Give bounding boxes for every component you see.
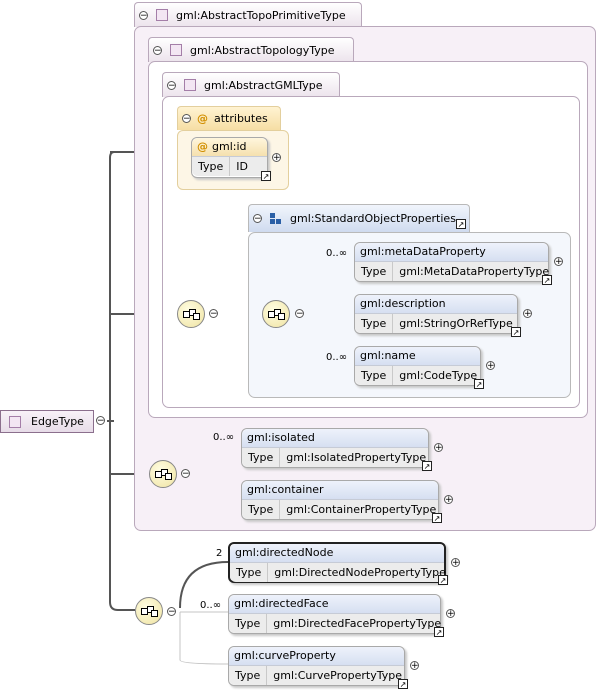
navigate-icon[interactable]: ↗	[474, 379, 484, 389]
element-curveproperty[interactable]: gml:curveProperty Type gml:CurvePropertyT…	[228, 646, 419, 689]
expand-icon[interactable]: +	[523, 309, 532, 319]
type-key: Type	[355, 314, 394, 333]
collapse-icon[interactable]: −	[167, 607, 176, 617]
collapse-icon[interactable]: −	[253, 214, 262, 224]
navigate-icon[interactable]: ↗	[432, 513, 442, 523]
collapse-icon[interactable]: −	[295, 309, 304, 319]
group-header[interactable]: − gml:StandardObjectProperties ↗	[248, 204, 470, 232]
element-name: gml:metaDataProperty	[355, 243, 548, 262]
element-name: gml:name	[355, 347, 480, 366]
navigate-icon[interactable]: ↗	[511, 327, 521, 337]
root-label: EdgeType	[31, 415, 84, 428]
type-value: gml:CurvePropertyType	[273, 669, 402, 682]
navigate-icon[interactable]: ↗	[434, 627, 444, 637]
complex-type-icon	[9, 415, 21, 428]
type-value: gml:DirectedFacePropertyType	[273, 617, 442, 630]
expand-icon[interactable]: +	[434, 443, 443, 453]
collapse-icon[interactable]: −	[181, 469, 190, 479]
complex-type-icon	[184, 79, 196, 91]
cardinality-label: 2	[216, 548, 223, 559]
attributes-header[interactable]: − @ attributes	[177, 106, 281, 130]
type-value: gml:CodeType	[399, 369, 478, 382]
cardinality-label: 0..∞	[213, 432, 235, 443]
navigate-icon[interactable]: ↗	[422, 461, 432, 471]
expand-icon[interactable]: +	[451, 557, 460, 567]
element-container[interactable]: gml:container Type gml:ContainerPropertyT…	[241, 480, 453, 523]
collapse-icon[interactable]: −	[96, 416, 105, 426]
type-label: gml:AbstractTopologyType	[190, 43, 335, 57]
type-header-topology[interactable]: − gml:AbstractTopologyType	[148, 37, 354, 62]
attribute-gml-id[interactable]: @ gml:id Type ID ↗ +	[191, 137, 281, 181]
type-label: gml:AbstractTopoPrimitiveType	[176, 8, 346, 22]
sequence-icon[interactable]	[135, 597, 163, 625]
attribute-icon: @	[197, 112, 208, 125]
type-label: gml:AbstractGMLType	[204, 78, 323, 92]
expand-icon[interactable]: +	[410, 661, 419, 671]
collapse-icon[interactable]: −	[182, 114, 191, 124]
type-key: Type	[192, 157, 231, 176]
expand-icon[interactable]: +	[486, 361, 495, 371]
element-description[interactable]: gml:description Type gml:StringOrRefType …	[354, 294, 532, 337]
sequence-icon[interactable]	[262, 300, 290, 328]
collapse-icon[interactable]: −	[139, 10, 148, 20]
navigate-icon[interactable]: ↗	[398, 679, 408, 689]
cardinality-label: 0..∞	[200, 600, 222, 611]
cardinality-label: 0..∞	[326, 352, 348, 363]
element-name: gml:directedFace	[229, 595, 440, 614]
navigate-icon[interactable]: ↗	[438, 575, 448, 585]
element-name: gml:curveProperty	[229, 647, 404, 666]
sequence-icon[interactable]	[177, 300, 205, 328]
expand-icon[interactable]: +	[554, 257, 563, 267]
type-value: gml:MetaDataPropertyType	[399, 265, 550, 278]
element-metadataproperty[interactable]: gml:metaDataProperty Type gml:MetaDataPro…	[354, 242, 563, 285]
type-value: gml:IsolatedPropertyType	[286, 451, 427, 464]
cardinality-label: 0..∞	[326, 248, 348, 259]
type-key: Type	[229, 614, 268, 633]
collapse-icon[interactable]: −	[209, 309, 218, 319]
type-key: Type	[242, 448, 281, 467]
root-element[interactable]: EdgeType	[0, 410, 94, 433]
complex-type-icon	[170, 44, 182, 56]
complex-type-icon	[156, 9, 168, 21]
element-isolated[interactable]: gml:isolated Type gml:IsolatedPropertyTyp…	[241, 428, 443, 471]
expand-icon[interactable]: +	[272, 152, 281, 162]
group-label: gml:StandardObjectProperties	[290, 212, 456, 225]
element-name: gml:description	[355, 295, 517, 314]
type-value: gml:ContainerPropertyType	[286, 503, 437, 516]
collapse-icon[interactable]: −	[153, 45, 162, 55]
attribute-name: gml:id	[212, 140, 247, 153]
type-header-topo-primitive[interactable]: − gml:AbstractTopoPrimitiveType	[134, 2, 362, 27]
navigate-icon[interactable]: ↗	[542, 275, 552, 285]
element-directednode[interactable]: gml:directedNode Type gml:DirectedNodePro…	[228, 542, 460, 585]
element-name: gml:isolated	[242, 429, 428, 448]
expand-icon[interactable]: +	[444, 495, 453, 505]
type-key: Type	[229, 666, 268, 685]
collapse-icon[interactable]: −	[167, 80, 176, 90]
type-value: ID	[236, 160, 248, 173]
type-value: gml:StringOrRefType	[399, 317, 513, 330]
group-icon	[270, 212, 282, 225]
type-value: gml:DirectedNodePropertyType	[274, 566, 446, 579]
sequence-icon[interactable]	[149, 460, 177, 488]
attributes-label: attributes	[214, 112, 268, 125]
type-header-gml[interactable]: − gml:AbstractGMLType	[162, 72, 340, 97]
navigate-icon[interactable]: ↗	[261, 171, 271, 181]
navigate-icon[interactable]: ↗	[456, 219, 466, 229]
element-name: gml:container	[242, 481, 438, 500]
element-directedface[interactable]: gml:directedFace Type gml:DirectedFacePro…	[228, 594, 455, 637]
attribute-icon: @	[197, 140, 208, 153]
expand-icon[interactable]: +	[446, 609, 455, 619]
element-name: gml:directedNode	[230, 544, 444, 563]
type-key: Type	[242, 500, 281, 519]
type-key: Type	[355, 262, 394, 281]
type-key: Type	[355, 366, 394, 385]
element-name[interactable]: gml:name Type gml:CodeType ↗ +	[354, 346, 495, 389]
type-key: Type	[230, 563, 269, 582]
